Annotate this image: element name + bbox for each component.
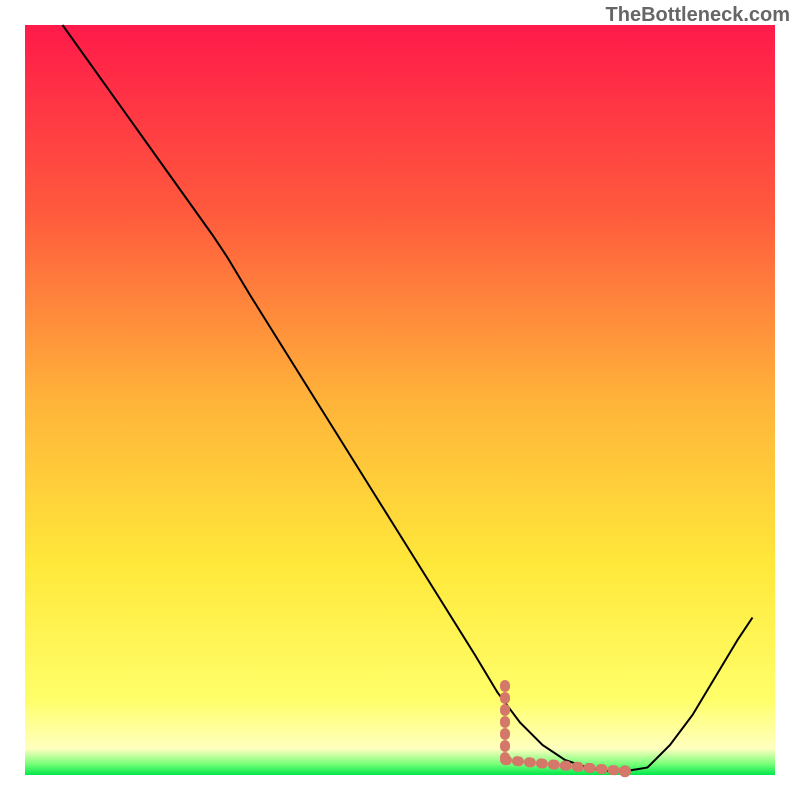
plot-background	[25, 25, 775, 775]
marker-end-dot	[619, 765, 631, 777]
bottleneck-chart	[0, 0, 800, 800]
watermark-text: TheBottleneck.com	[606, 4, 790, 27]
chart-container: TheBottleneck.com	[0, 0, 800, 800]
